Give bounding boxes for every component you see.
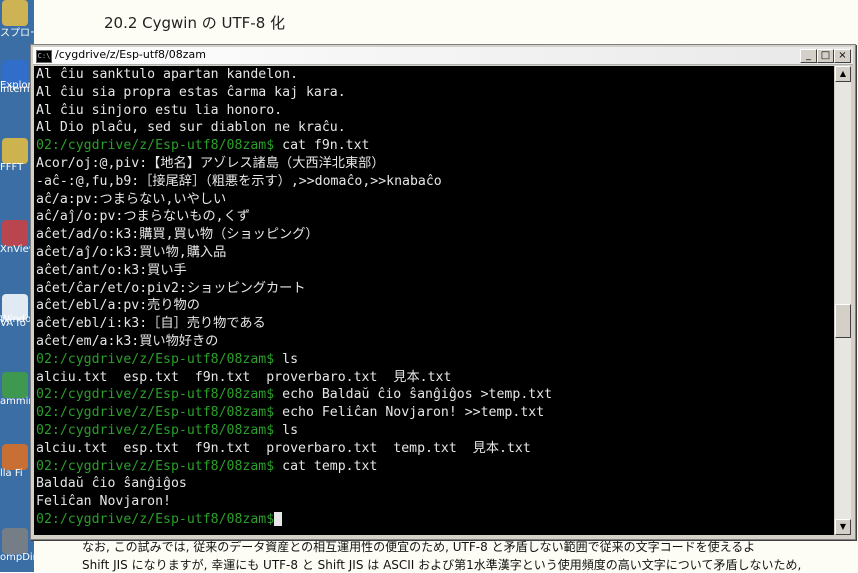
terminal-command-line: 02:/cygdrive/z/Esp-utf8/08zam$ cat f9n.t… [34, 137, 834, 155]
terminal-output-line: aĉet/ĉar/et/o:piv2:ショッピングカート [34, 280, 834, 298]
shell-command: echo Baldaŭ ĉio ŝanĝiĝos >temp.txt [274, 387, 553, 403]
output-text: Feliĉan Novjaron! [36, 494, 171, 510]
shell-command: cat f9n.txt [274, 138, 370, 154]
output-text: Acor/oj:@,piv:【地名】アゾレス諸島（大西洋北東部） [36, 155, 385, 171]
output-text: -aĉ-:@,fu,b9:［接尾辞］（粗悪を示す）,>>domaĉo,>>kna… [36, 173, 442, 189]
desktop-icon-label: Explore [0, 80, 34, 91]
terminal-output[interactable]: Al ĉiu sanktulo apartan kandelon. Al ĉiu … [34, 66, 834, 535]
terminal-output-line: aĉ/aĵ/o:pv:つまらないもの,くず [34, 208, 834, 226]
desktop-icon-label: スプローラ [0, 28, 34, 39]
output-text: Al ĉiu sia propra estas ĉarma kaj kara. [36, 84, 346, 100]
terminal-command-line: 02:/cygdrive/z/Esp-utf8/08zam$ [34, 511, 834, 529]
scrollbar-thumb[interactable] [835, 303, 851, 338]
output-text: aĉet/ebl/a:pv:売り物の [36, 298, 200, 314]
desktop-icon-label: lla Fi [0, 468, 23, 479]
terminal-output-line: aĉ/a:pv:つまらない,いやしい [34, 191, 834, 209]
shell-prompt: 02:/cygdrive/z/Esp-utf8/08zam$ [36, 405, 275, 421]
compdir-icon [2, 528, 28, 554]
output-text: aĉ/aĵ/o:pv:つまらないもの,くず [36, 209, 250, 225]
terminal-output-line: -aĉ-:@,fu,b9:［接尾辞］（粗悪を示す）,>>domaĉo,>>kna… [34, 173, 834, 191]
scroll-down-button[interactable]: ▼ [835, 519, 851, 535]
program-icon [2, 372, 28, 398]
terminal-output-line: aĉet/ebl/a:pv:売り物の [34, 297, 834, 315]
output-text: aĉet/ebl/i:k3:［自］売り物である [36, 316, 266, 332]
shell-prompt: 02:/cygdrive/z/Esp-utf8/08zam$ [36, 351, 275, 367]
output-text: Al Dio plaĉu, sed sur diablon ne kraĉu. [36, 120, 346, 136]
desktop-icon-label: Window [0, 314, 34, 325]
close-button[interactable]: × [834, 49, 851, 63]
scroll-up-button[interactable]: ▲ [835, 66, 851, 82]
terminal-output-line: Baldaŭ ĉio ŝanĝiĝos [34, 475, 834, 493]
shell-prompt: 02:/cygdrive/z/Esp-utf8/08zam$ [36, 138, 275, 154]
output-text: aĉet/ad/o:k3:購買,買い物（ショッピング） [36, 227, 319, 243]
terminal-output-line: Al ĉiu sia propra estas ĉarma kaj kara. [34, 84, 834, 102]
xnview-icon [2, 220, 28, 246]
text-cursor [274, 511, 283, 526]
desktop-icon-label: ompDir [0, 552, 34, 563]
output-text: Al ĉiu sinjoro estu lia honoro. [36, 102, 283, 118]
window-title: /cygdrive/z/Esp-utf8/08zam [55, 48, 206, 61]
output-text: alciu.txt esp.txt f9n.txt proverbaro.txt… [36, 440, 531, 456]
document-heading: 20.2 Cygwin の UTF-8 化 [104, 14, 286, 32]
folder-icon [2, 0, 28, 26]
shell-command: echo Feliĉan Novjaron! >>temp.txt [274, 405, 545, 421]
shell-prompt: 02:/cygdrive/z/Esp-utf8/08zam$ [36, 422, 275, 438]
terminal-command-line: 02:/cygdrive/z/Esp-utf8/08zam$ ls [34, 351, 834, 369]
output-text: aĉet/ĉar/et/o:piv2:ショッピングカート [36, 280, 306, 296]
terminal-output-line: aĉet/ebl/i:k3:［自］売り物である [34, 315, 834, 333]
output-text: aĉ/a:pv:つまらない,いやしい [36, 191, 227, 207]
output-text: Baldaŭ ĉio ŝanĝiĝos [36, 476, 187, 492]
document-text-line: Shift JIS になりますが, 幸運にも UTF-8 と Shift JIS… [82, 558, 802, 572]
terminal-output-line: alciu.txt esp.txt f9n.txt proverbaro.txt… [34, 369, 834, 387]
terminal-output-line: aĉet/ad/o:k3:購買,買い物（ショッピング） [34, 226, 834, 244]
minimize-button[interactable]: _ [800, 49, 817, 63]
console-window[interactable]: C:\ /cygdrive/z/Esp-utf8/08zam _ □ × Al … [30, 44, 856, 540]
terminal-output-line: alciu.txt esp.txt f9n.txt proverbaro.txt… [34, 440, 834, 458]
fffftp-icon [2, 138, 28, 164]
maximize-button[interactable]: □ [817, 49, 834, 63]
terminal-output-line: Feliĉan Novjaron! [34, 493, 834, 511]
output-text: aĉet/em/a:k3:買い物好きの [36, 333, 219, 349]
terminal-command-line: 02:/cygdrive/z/Esp-utf8/08zam$ echo Feli… [34, 404, 834, 422]
output-text: aĉet/aĵ/o:k3:買い物,購入品 [36, 244, 227, 260]
console-icon[interactable]: C:\ [36, 50, 52, 63]
desktop-icon-label: FFFT [0, 162, 24, 173]
desktop-icon-label: XnView [0, 244, 34, 255]
terminal-output-line: aĉet/em/a:k3:買い物好きの [34, 333, 834, 351]
firefox-icon [2, 444, 28, 470]
terminal-output-line: Al ĉiu sanktulo apartan kandelon. [34, 66, 834, 84]
output-text: alciu.txt esp.txt f9n.txt proverbaro.txt… [36, 369, 452, 385]
document-text-line: なお, この試みでは, 従来のデータ資産との相互運用性の便宜のため, UTF-8… [82, 540, 756, 554]
terminal-output-line: Al Dio plaĉu, sed sur diablon ne kraĉu. [34, 119, 834, 137]
terminal-output-line: Acor/oj:@,piv:【地名】アゾレス諸島（大西洋北東部） [34, 155, 834, 173]
desktop-strip: スプローラInterneExploreFFFTXnViewVA foWindow… [0, 0, 34, 572]
terminal-command-line: 02:/cygdrive/z/Esp-utf8/08zam$ cat temp.… [34, 458, 834, 476]
shell-command: cat temp.txt [274, 458, 378, 474]
terminal-output-line: Al ĉiu sinjoro estu lia honoro. [34, 102, 834, 120]
desktop-icon-label: amming [0, 396, 34, 407]
shell-command: ls [274, 351, 299, 367]
terminal-command-line: 02:/cygdrive/z/Esp-utf8/08zam$ ls [34, 422, 834, 440]
terminal-output-line: aĉet/ant/o:k3:買い手 [34, 262, 834, 280]
shell-command: ls [274, 422, 299, 438]
vertical-scrollbar[interactable]: ▲ ▼ [835, 66, 851, 535]
shell-prompt: 02:/cygdrive/z/Esp-utf8/08zam$ [36, 511, 275, 527]
window-titlebar[interactable]: C:\ /cygdrive/z/Esp-utf8/08zam _ □ × [33, 47, 853, 65]
output-text: Al ĉiu sanktulo apartan kandelon. [36, 67, 299, 82]
output-text: aĉet/ant/o:k3:買い手 [36, 262, 187, 278]
terminal-output-line: aĉet/aĵ/o:k3:買い物,購入品 [34, 244, 834, 262]
shell-prompt: 02:/cygdrive/z/Esp-utf8/08zam$ [36, 458, 275, 474]
terminal-command-line: 02:/cygdrive/z/Esp-utf8/08zam$ echo Bald… [34, 386, 834, 404]
shell-prompt: 02:/cygdrive/z/Esp-utf8/08zam$ [36, 387, 275, 403]
